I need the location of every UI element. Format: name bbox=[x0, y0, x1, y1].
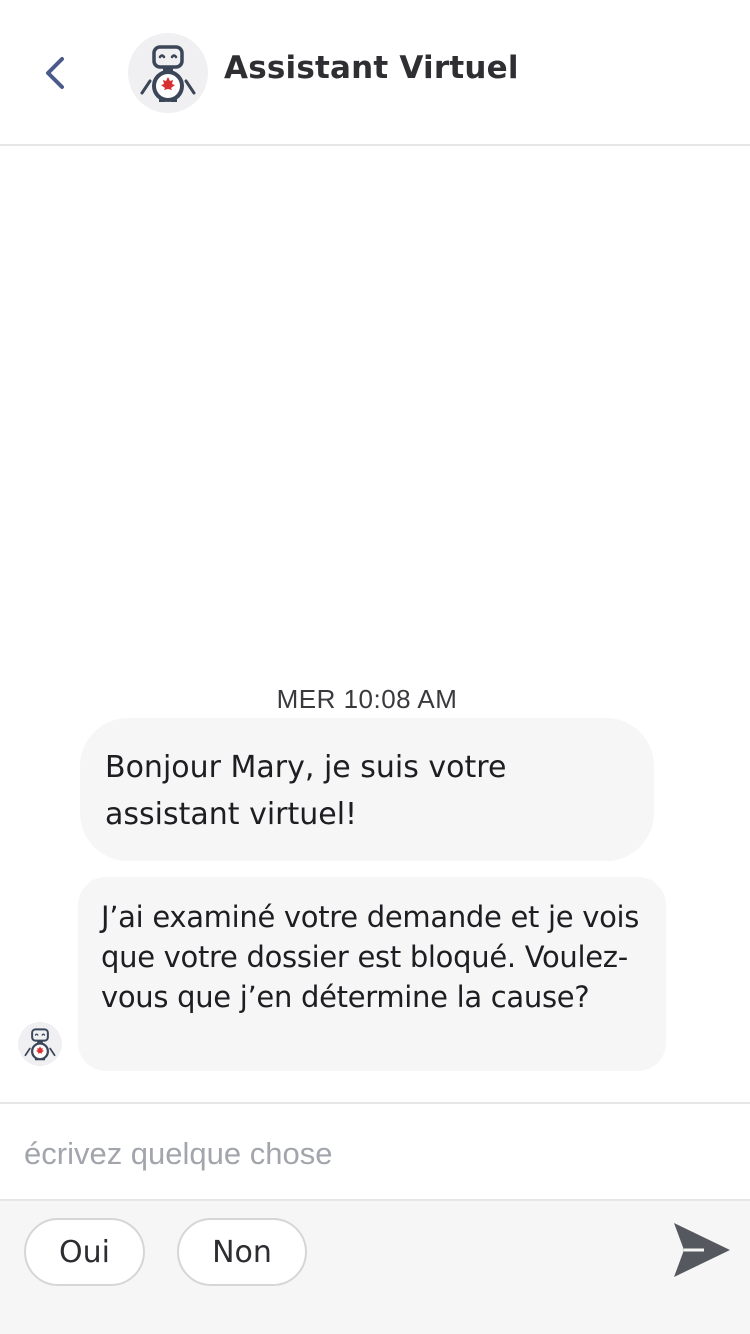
message-text: J’ai examiné votre demande et je vois qu… bbox=[101, 900, 640, 1014]
bot-message-bubble: Bonjour Mary, je suis votre assistant vi… bbox=[80, 718, 654, 861]
robot-maple-leaf-icon bbox=[140, 45, 196, 102]
chevron-left-icon bbox=[46, 57, 64, 89]
quick-replies-bar: Oui Non bbox=[0, 1201, 750, 1334]
message-text: Bonjour Mary, je suis votre assistant vi… bbox=[105, 750, 507, 832]
quick-reply-label: Non bbox=[212, 1234, 272, 1270]
quick-reply-label: Oui bbox=[59, 1234, 110, 1270]
message-composer bbox=[0, 1102, 750, 1201]
chat-screen: Assistant Virtuel MER 10:08 AM Bonjour M… bbox=[0, 0, 750, 1334]
send-button[interactable] bbox=[666, 1215, 736, 1285]
back-button[interactable] bbox=[30, 48, 80, 98]
bot-message-bubble: J’ai examiné votre demande et je vois qu… bbox=[78, 877, 666, 1071]
quick-reply-oui-button[interactable]: Oui bbox=[24, 1218, 145, 1286]
bot-message-avatar bbox=[18, 1022, 62, 1066]
message-timestamp: MER 10:08 AM bbox=[276, 684, 458, 714]
page-title: Assistant Virtuel bbox=[224, 50, 519, 86]
quick-reply-non-button[interactable]: Non bbox=[177, 1218, 307, 1286]
send-icon bbox=[674, 1223, 730, 1277]
robot-maple-leaf-icon bbox=[24, 1028, 56, 1061]
chat-header: Assistant Virtuel bbox=[0, 0, 750, 146]
bot-avatar bbox=[128, 33, 208, 113]
message-input[interactable] bbox=[24, 1126, 724, 1182]
